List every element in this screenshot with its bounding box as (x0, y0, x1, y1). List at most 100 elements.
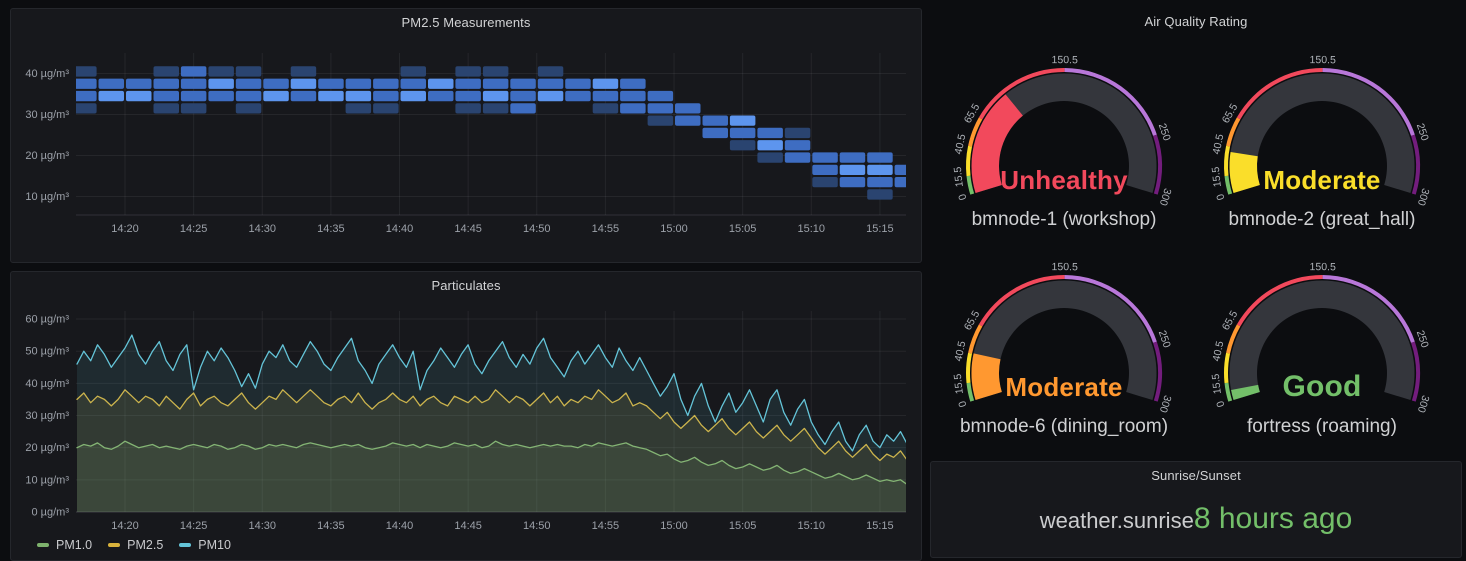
heatmap-cell[interactable] (263, 91, 289, 101)
heatmap-cell[interactable] (154, 66, 180, 76)
heatmap-cell[interactable] (236, 66, 261, 76)
heatmap-cell[interactable] (318, 91, 344, 101)
heatmap-cell[interactable] (236, 103, 261, 113)
heatmap-cell[interactable] (291, 91, 317, 101)
pm25-heatmap-canvas[interactable]: 14:2014:2514:3014:3514:4014:4514:5014:55… (11, 9, 921, 262)
heatmap-cell[interactable] (703, 128, 729, 138)
heatmap-cell[interactable] (126, 91, 152, 101)
heatmap-cell[interactable] (455, 79, 481, 89)
heatmap-cell[interactable] (730, 128, 756, 138)
heatmap-cell[interactable] (71, 66, 97, 76)
heatmap-cell[interactable] (428, 91, 454, 101)
heatmap-cell[interactable] (401, 91, 427, 101)
heatmap-cell[interactable] (510, 79, 536, 89)
heatmap-cell[interactable] (181, 79, 207, 89)
heatmap-cell[interactable] (208, 79, 234, 89)
heatmap-cell[interactable] (840, 165, 866, 175)
heatmap-cell[interactable] (483, 79, 509, 89)
heatmap-cell[interactable] (291, 79, 317, 89)
heatmap-cell[interactable] (455, 103, 481, 113)
heatmap-cell[interactable] (483, 91, 509, 101)
heatmap-cell[interactable] (867, 177, 893, 187)
heatmap-cell[interactable] (401, 66, 427, 76)
heatmap-cell[interactable] (757, 152, 783, 162)
heatmap-cell[interactable] (538, 79, 564, 89)
heatmap-cell[interactable] (730, 116, 756, 126)
heatmap-cell[interactable] (154, 103, 180, 113)
heatmap-cell[interactable] (346, 103, 372, 113)
heatmap-cell[interactable] (785, 140, 811, 150)
heatmap-cell[interactable] (455, 66, 481, 76)
heatmap-cell[interactable] (428, 79, 454, 89)
heatmap-cell[interactable] (565, 91, 591, 101)
heatmap-cell[interactable] (675, 116, 701, 126)
heatmap-cell[interactable] (71, 91, 97, 101)
heatmap-cell[interactable] (565, 79, 591, 89)
heatmap-cell[interactable] (785, 128, 811, 138)
heatmap-cell[interactable] (620, 79, 646, 89)
heatmap-cell[interactable] (71, 103, 97, 113)
heatmap-cell[interactable] (346, 79, 372, 89)
heatmap-cell[interactable] (263, 79, 289, 89)
heatmap-cell[interactable] (895, 177, 921, 187)
heatmap-cell[interactable] (648, 103, 674, 113)
heatmap-cell[interactable] (483, 103, 509, 113)
heatmap-cell[interactable] (812, 152, 838, 162)
heatmap-cell[interactable] (455, 91, 481, 101)
heatmap-cell[interactable] (373, 91, 399, 101)
heatmap-cell[interactable] (208, 66, 234, 76)
gauge-bmnode-2: 015.540.565.5150.5250300 Moderate bmnode… (1202, 50, 1442, 246)
heatmap-cell[interactable] (593, 103, 619, 113)
heatmap-cell[interactable] (593, 79, 619, 89)
heatmap-cell[interactable] (867, 165, 893, 175)
heatmap-cell[interactable] (895, 165, 921, 175)
heatmap-cell[interactable] (840, 177, 866, 187)
heatmap-cell[interactable] (675, 103, 701, 113)
heatmap-cell[interactable] (373, 103, 399, 113)
heatmap-cell[interactable] (812, 177, 838, 187)
heatmap-cell[interactable] (291, 66, 317, 76)
heatmap-cell[interactable] (181, 91, 207, 101)
heatmap-cell[interactable] (538, 66, 564, 76)
heatmap-cell[interactable] (620, 91, 646, 101)
heatmap-cell[interactable] (208, 91, 234, 101)
heatmap-cell[interactable] (593, 91, 619, 101)
heatmap-cell[interactable] (181, 66, 207, 76)
heatmap-cell[interactable] (510, 103, 536, 113)
heatmap-cell[interactable] (840, 152, 866, 162)
heatmap-cell[interactable] (181, 103, 207, 113)
panel-particulates: Particulates 14:2014:2514:3014:3514:4014… (10, 271, 922, 561)
heatmap-cell[interactable] (867, 152, 893, 162)
heatmap-cell[interactable] (730, 140, 756, 150)
panel-title-air-quality-rating[interactable]: Air Quality Rating (930, 14, 1462, 29)
pm10-legend-marker (179, 543, 191, 547)
gauge-bmnode-2-state: Moderate (1202, 162, 1442, 198)
heatmap-cell[interactable] (648, 116, 674, 126)
heatmap-cell[interactable] (703, 116, 729, 126)
panel-title-sunrise-sunset[interactable]: Sunrise/Sunset (931, 468, 1461, 483)
heatmap-cell[interactable] (71, 79, 97, 89)
heatmap-cell[interactable] (99, 91, 125, 101)
heatmap-cell[interactable] (648, 91, 674, 101)
heatmap-cell[interactable] (620, 103, 646, 113)
heatmap-cell[interactable] (401, 79, 427, 89)
heatmap-cell[interactable] (510, 91, 536, 101)
heatmap-cell[interactable] (373, 79, 399, 89)
heatmap-cell[interactable] (346, 91, 372, 101)
heatmap-cell[interactable] (236, 91, 261, 101)
gauge-tick-label: 250 (1156, 329, 1173, 350)
heatmap-cell[interactable] (99, 79, 125, 89)
heatmap-cell[interactable] (154, 91, 180, 101)
particulates-chart-canvas[interactable]: 14:2014:2514:3014:3514:4014:4514:5014:55… (11, 272, 921, 534)
heatmap-cell[interactable] (812, 165, 838, 175)
heatmap-cell[interactable] (126, 79, 152, 89)
heatmap-cell[interactable] (757, 128, 783, 138)
heatmap-cell[interactable] (318, 79, 344, 89)
heatmap-cell[interactable] (785, 152, 811, 162)
heatmap-cell[interactable] (154, 79, 180, 89)
heatmap-cell[interactable] (538, 91, 564, 101)
heatmap-cell[interactable] (236, 79, 261, 89)
heatmap-cell[interactable] (867, 189, 893, 199)
heatmap-cell[interactable] (483, 66, 509, 76)
heatmap-cell[interactable] (757, 140, 783, 150)
